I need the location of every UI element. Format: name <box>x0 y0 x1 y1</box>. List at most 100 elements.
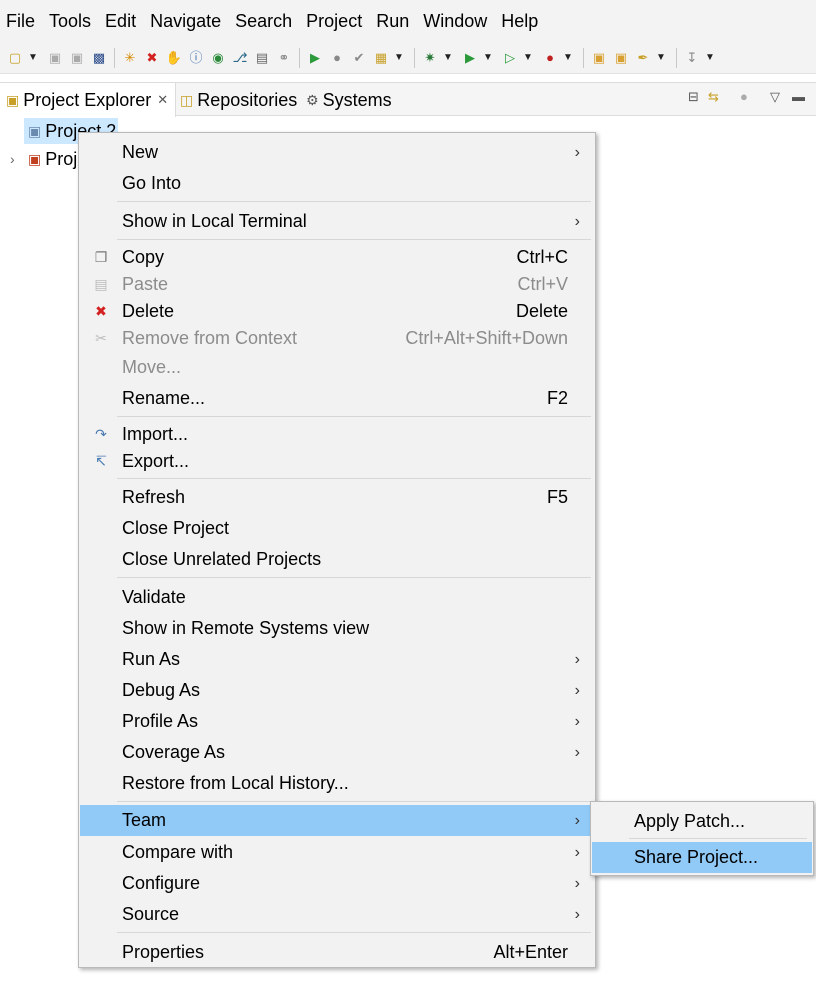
sparkle-icon[interactable]: ✳ <box>121 49 139 67</box>
resume-icon[interactable]: ▶ <box>306 49 324 67</box>
menu-item-new[interactable]: New › <box>80 137 594 168</box>
step-icon[interactable]: ● <box>328 49 346 67</box>
coverage-dropdown-icon[interactable]: ▼ <box>523 49 533 67</box>
project-explorer-icon: ▣ <box>6 91 20 108</box>
menu-item-go-into[interactable]: Go Into <box>80 168 594 199</box>
menu-file[interactable]: File <box>6 11 35 32</box>
menu-item-apply-patch[interactable]: Apply Patch... <box>592 806 812 837</box>
tab-repositories[interactable]: ◫ Repositories <box>180 83 297 117</box>
folder-icon[interactable]: ▣ <box>612 49 630 67</box>
collapse-all-icon[interactable]: ⊟ <box>688 89 699 105</box>
menu-item-share-project[interactable]: Share Project... <box>592 842 812 873</box>
coverage-icon[interactable]: ▷ <box>501 49 519 67</box>
menu-search[interactable]: Search <box>235 11 292 32</box>
chevron-right-icon: › <box>574 874 580 892</box>
menu-item-run-as[interactable]: Run As › <box>80 644 594 675</box>
debug-icon[interactable]: ✷ <box>421 49 439 67</box>
chevron-right-icon: › <box>574 143 580 161</box>
systems-icon: ⚙ <box>306 91 319 108</box>
menu-item-restore-from-local-history[interactable]: Restore from Local History... <box>80 768 594 799</box>
menu-item-team[interactable]: Team › <box>80 805 594 836</box>
menu-window[interactable]: Window <box>423 11 487 32</box>
menu-edit[interactable]: Edit <box>105 11 136 32</box>
menu-separator <box>117 932 591 933</box>
menu-bar: File Tools Edit Navigate Search Project … <box>0 0 816 42</box>
open-folder-icon[interactable]: ▣ <box>590 49 608 67</box>
run-icon[interactable]: ▶ <box>461 49 479 67</box>
menu-item-rename[interactable]: Rename... F2 <box>80 383 594 414</box>
menu-item-source[interactable]: Source › <box>80 899 594 930</box>
link-icon[interactable]: ⚭ <box>275 49 293 67</box>
menu-item-show-in-remote-systems[interactable]: Show in Remote Systems view <box>80 613 594 644</box>
menu-item-compare-with[interactable]: Compare with › <box>80 837 594 868</box>
link-editor-icon[interactable]: ⇆ <box>708 89 719 105</box>
check-icon[interactable]: ✔ <box>350 49 368 67</box>
new-dropdown-icon[interactable]: ▼ <box>28 49 38 67</box>
external-tools-icon[interactable]: ● <box>541 49 559 67</box>
import-icon: ↷ <box>95 426 107 442</box>
menu-item-validate[interactable]: Validate <box>80 582 594 613</box>
menu-navigate[interactable]: Navigate <box>150 11 221 32</box>
menu-separator <box>117 801 591 802</box>
run-dropdown-icon[interactable]: ▼ <box>483 49 493 67</box>
tree-item-project[interactable]: ▣ Proj <box>24 146 84 172</box>
annotation-icon[interactable]: ↧ <box>683 49 701 67</box>
menu-project[interactable]: Project <box>306 11 362 32</box>
pen-icon[interactable]: ✒ <box>634 49 652 67</box>
chevron-right-icon: › <box>574 212 580 230</box>
menu-separator <box>117 239 591 240</box>
terminal-icon[interactable]: ▩ <box>90 49 108 67</box>
save-icon[interactable]: ▣ <box>46 49 64 67</box>
branch-icon[interactable]: ⎇ <box>231 49 249 67</box>
menu-item-show-in-local-terminal[interactable]: Show in Local Terminal › <box>80 206 594 237</box>
layout-icon[interactable]: ▤ <box>253 49 271 67</box>
project-icon: ▣ <box>28 150 42 167</box>
menu-item-close-project[interactable]: Close Project <box>80 513 594 544</box>
view-menu-icon[interactable]: ▽ <box>770 89 780 105</box>
team-submenu: Apply Patch... Share Project... <box>590 801 814 876</box>
export-icon: ↸ <box>95 453 107 469</box>
debug-dropdown-icon[interactable]: ▼ <box>443 49 453 67</box>
menu-item-refresh[interactable]: Refresh F5 <box>80 482 594 513</box>
menu-item-properties[interactable]: Properties Alt+Enter <box>80 937 594 968</box>
menu-tools[interactable]: Tools <box>49 11 91 32</box>
help-icon[interactable]: ⓘ <box>187 49 205 67</box>
git-icon[interactable]: ◉ <box>209 49 227 67</box>
menu-item-export[interactable]: ↸ Export... <box>80 446 594 477</box>
close-icon[interactable]: ✕ <box>157 92 168 108</box>
expand-chevron-icon[interactable]: › <box>10 151 15 167</box>
new-icon[interactable]: ▢ <box>6 49 24 67</box>
hand-icon[interactable]: ✋ <box>165 49 183 67</box>
tree-item-label: Proj <box>45 148 78 169</box>
menu-help[interactable]: Help <box>501 11 538 32</box>
chevron-right-icon: › <box>574 905 580 923</box>
tab-systems[interactable]: ⚙ Systems <box>306 83 392 117</box>
menu-item-profile-as[interactable]: Profile As › <box>80 706 594 737</box>
menu-item-coverage-as[interactable]: Coverage As › <box>80 737 594 768</box>
remove-context-icon: ✂ <box>95 330 107 346</box>
menu-separator <box>629 838 807 839</box>
annotation-dropdown-icon[interactable]: ▼ <box>705 49 715 67</box>
external-tools-dropdown-icon[interactable]: ▼ <box>563 49 573 67</box>
pen-dropdown-icon[interactable]: ▼ <box>656 49 666 67</box>
open-folder-icon: ▣ <box>28 122 42 139</box>
toolbar-separator <box>414 47 415 68</box>
toolbar-separator <box>299 47 300 68</box>
build-icon[interactable]: ▦ <box>372 49 390 67</box>
menu-item-close-unrelated-projects[interactable]: Close Unrelated Projects <box>80 544 594 575</box>
tab-project-explorer[interactable]: ▣ Project Explorer ✕ <box>0 83 176 117</box>
menu-run[interactable]: Run <box>376 11 409 32</box>
minimize-icon[interactable]: ▬ <box>792 89 805 104</box>
chevron-right-icon: › <box>574 650 580 668</box>
menu-item-move[interactable]: Move... <box>80 352 594 383</box>
menu-item-remove-from-context[interactable]: ✂ Remove from Context Ctrl+Alt+Shift+Dow… <box>80 323 594 354</box>
menu-separator <box>117 478 591 479</box>
save-all-icon[interactable]: ▣ <box>68 49 86 67</box>
menu-item-configure[interactable]: Configure › <box>80 868 594 899</box>
menu-item-debug-as[interactable]: Debug As › <box>80 675 594 706</box>
filter-icon[interactable]: ● <box>740 89 748 104</box>
delete-icon[interactable]: ✖ <box>143 49 161 67</box>
build-dropdown-icon[interactable]: ▼ <box>394 49 404 67</box>
chevron-right-icon: › <box>574 712 580 730</box>
chevron-right-icon: › <box>574 743 580 761</box>
